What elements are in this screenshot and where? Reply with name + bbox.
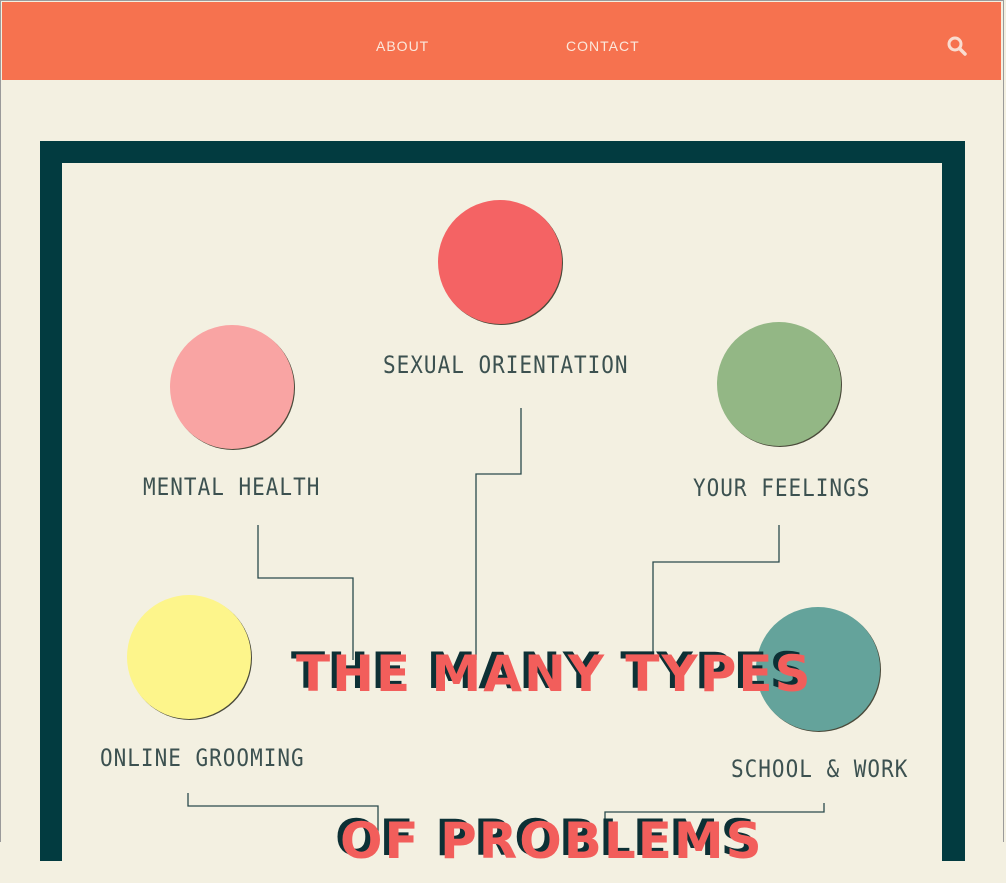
topic-label-mental-health: MENTAL HEALTH xyxy=(143,473,321,501)
topic-circle-mental-health xyxy=(170,325,294,449)
headline-line-2: OF PROBLEMS xyxy=(340,812,764,870)
top-navigation-bar: ABOUT CONTACT xyxy=(2,2,1001,80)
nav-link-contact[interactable]: CONTACT xyxy=(566,38,640,54)
topic-circle-sexual-orientation xyxy=(438,200,562,324)
topic-circle-your-feelings xyxy=(717,322,841,446)
topic-label-online-grooming: ONLINE GROOMING xyxy=(100,744,305,772)
headline-line-1: THE MANY TYPES xyxy=(296,645,813,703)
search-button[interactable] xyxy=(946,35,968,57)
nav-link-about[interactable]: ABOUT xyxy=(376,38,429,54)
topic-circle-online-grooming xyxy=(127,595,251,719)
topic-label-your-feelings: YOUR FEELINGS xyxy=(693,474,871,502)
topic-label-sexual-orientation: SEXUAL ORIENTATION xyxy=(383,351,629,379)
search-icon xyxy=(947,36,967,56)
topic-label-school-work: SCHOOL & WORK xyxy=(731,755,909,783)
